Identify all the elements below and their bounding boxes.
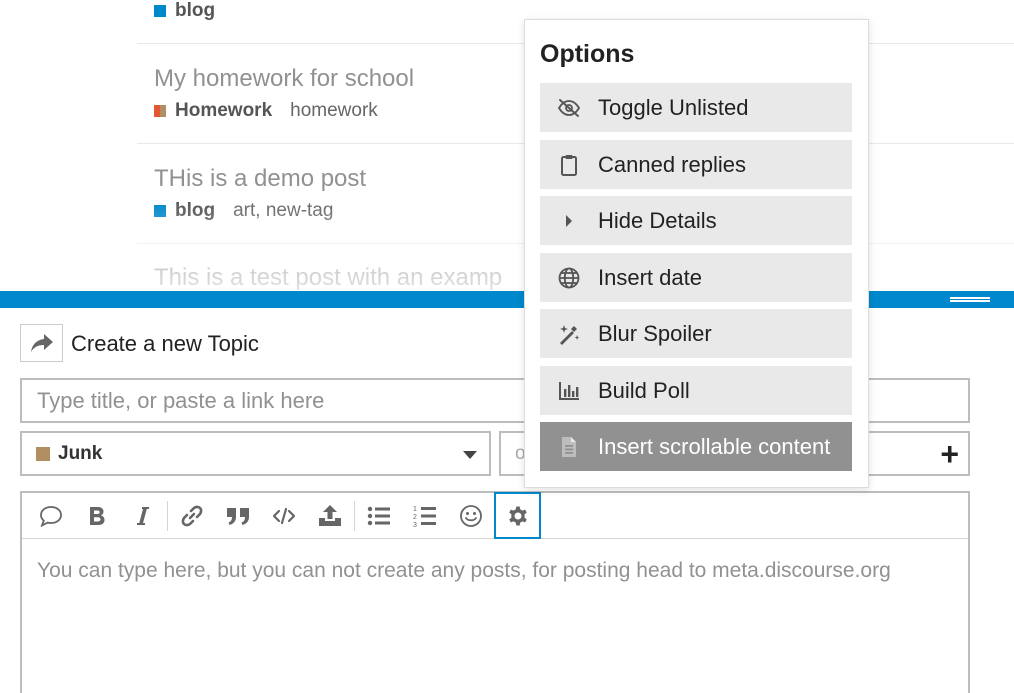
magic-icon: [540, 322, 598, 346]
category-swatch: [36, 446, 50, 461]
caret-right-icon: [540, 214, 598, 228]
italic-icon[interactable]: [120, 493, 166, 539]
chart-bar-icon: [540, 381, 598, 401]
option-label: Insert scrollable content: [598, 433, 831, 459]
category-swatch: [154, 105, 166, 117]
code-icon[interactable]: [261, 493, 307, 539]
composer-action-button[interactable]: [20, 324, 63, 362]
options-title: Options: [540, 40, 635, 68]
chevron-down-icon: [463, 451, 477, 459]
topic-meta: blog: [154, 0, 233, 22]
option-label: Insert date: [598, 264, 702, 290]
category-badge[interactable]: blog: [175, 200, 215, 222]
eye-slash-icon: [540, 98, 598, 118]
file-icon: [540, 436, 598, 458]
option-label: Canned replies: [598, 151, 746, 177]
option-build-poll[interactable]: Build Poll: [540, 366, 852, 415]
category-select[interactable]: Junk: [20, 431, 491, 476]
option-label: Hide Details: [598, 207, 717, 233]
options-popup: Options Toggle Unlisted Canned replies H…: [524, 19, 869, 488]
option-insert-scrollable-content[interactable]: Insert scrollable content: [540, 422, 852, 471]
svg-text:2: 2: [413, 514, 417, 521]
share-icon: [30, 332, 54, 354]
gear-icon[interactable]: [494, 492, 541, 539]
topic-title[interactable]: My homework for school: [154, 65, 414, 93]
category-selected-label: Junk: [58, 442, 103, 464]
numbered-list-icon[interactable]: 123: [402, 493, 448, 539]
editor-textarea[interactable]: You can type here, but you can not creat…: [37, 559, 891, 583]
blockquote-icon[interactable]: [215, 493, 261, 539]
option-label: Toggle Unlisted: [598, 94, 749, 120]
topic-meta: blog art, new-tag: [154, 200, 333, 222]
category-badge[interactable]: Homework: [175, 100, 272, 122]
option-hide-details[interactable]: Hide Details: [540, 196, 852, 245]
bold-icon[interactable]: [74, 493, 120, 539]
topic-title[interactable]: This is a test post with an examp: [154, 264, 502, 292]
bullet-list-icon[interactable]: [356, 493, 402, 539]
plus-icon[interactable]: +: [940, 438, 959, 470]
option-canned-replies[interactable]: Canned replies: [540, 140, 852, 189]
link-icon[interactable]: [169, 493, 215, 539]
svg-text:1: 1: [413, 506, 417, 513]
emoji-icon[interactable]: [448, 493, 494, 539]
option-label: Blur Spoiler: [598, 320, 712, 346]
topic-meta: Homework homework: [154, 100, 378, 122]
clipboard-icon: [540, 154, 598, 176]
category-swatch: [154, 205, 166, 217]
category-badge[interactable]: blog: [175, 0, 215, 22]
quote-icon[interactable]: [28, 493, 74, 539]
option-insert-date[interactable]: Insert date: [540, 253, 852, 302]
grip-handle-icon[interactable]: [950, 297, 990, 302]
upload-icon[interactable]: [307, 493, 353, 539]
globe-icon: [540, 267, 598, 289]
topic-title[interactable]: THis is a demo post: [154, 165, 366, 193]
editor: 123 You can type here, but you can not c…: [20, 491, 970, 693]
editor-toolbar: 123: [22, 492, 968, 539]
category-swatch: [154, 5, 166, 17]
tag-list[interactable]: art, new-tag: [233, 200, 333, 222]
toolbar-separator: [354, 500, 355, 531]
option-label: Build Poll: [598, 377, 690, 403]
option-toggle-unlisted[interactable]: Toggle Unlisted: [540, 83, 852, 132]
svg-text:3: 3: [413, 522, 417, 528]
composer-action-label: Create a new Topic: [71, 331, 259, 356]
tag-list[interactable]: homework: [290, 100, 378, 122]
option-blur-spoiler[interactable]: Blur Spoiler: [540, 309, 852, 358]
toolbar-separator: [167, 500, 168, 531]
